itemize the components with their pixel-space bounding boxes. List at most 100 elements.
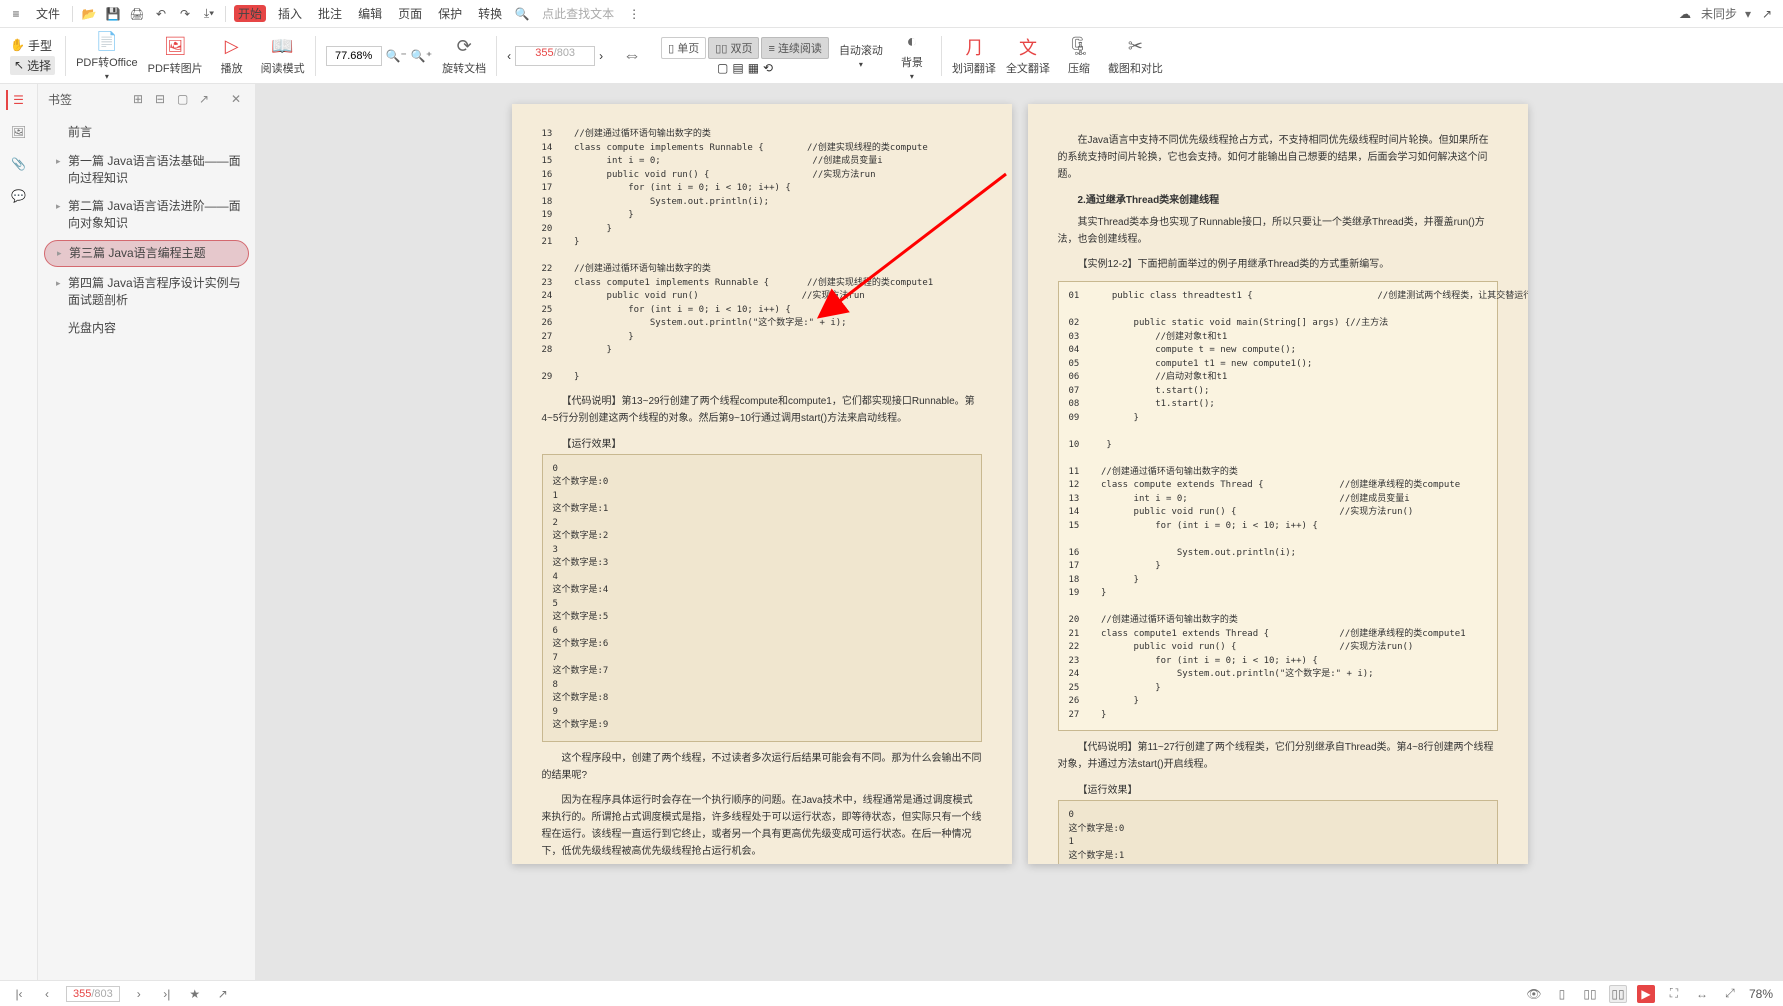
more-icon[interactable]: ⋮ xyxy=(626,6,642,22)
view-icon[interactable]: 👁 xyxy=(1525,985,1543,1003)
para: 因为在程序具体运行时会存在一个执行顺序的问题。在Java技术中，线程通常是通过调… xyxy=(542,792,982,860)
menubar: ≡ 文件 📂 💾 🖨 ↶ ↷ ⤓▾ 开始 插入 批注 编辑 页面 保护 转换 🔍… xyxy=(0,0,1783,28)
layout-icon-3[interactable]: ▦ xyxy=(748,61,759,75)
sidebar: 书签 ⊞ ⊟ ▢ ↗ ✕ 前言 ▸第一篇 Java语言语法基础——面向过程知识 … xyxy=(38,84,256,980)
continuous-view-icon[interactable]: ▯▯ xyxy=(1581,985,1599,1003)
tab-convert[interactable]: 转换 xyxy=(474,5,506,22)
page-left: 13 //创建通过循环语句输出数字的类 14 class compute imp… xyxy=(512,104,1012,864)
page-next-icon[interactable]: › xyxy=(599,49,603,63)
print-icon[interactable]: 🖨 xyxy=(129,6,145,22)
next-page-icon[interactable]: › xyxy=(130,985,148,1003)
double-page-btn[interactable]: ▯▯ 双页 xyxy=(708,37,759,59)
status-page-input[interactable]: 355/803 xyxy=(66,986,120,1002)
screenshot-compare[interactable]: ✂截图和对比 xyxy=(1108,36,1163,76)
zoom-out-icon[interactable]: 🔍⁻ xyxy=(386,49,407,63)
toc-item[interactable]: ▸第二篇 Java语言语法进阶——面向对象知识 xyxy=(38,192,255,238)
last-page-icon[interactable]: ›| xyxy=(158,985,176,1003)
para: 在Java语言中支持不同优先级线程抢占方式，不支持相同优先级线程时间片轮换。但如… xyxy=(1058,132,1498,183)
add-bookmark-icon[interactable]: ▢ xyxy=(177,92,191,106)
toc-item[interactable]: 前言 xyxy=(38,118,255,147)
toolbar: ✋手型 ↖选择 📄PDF转Office▾ 🖼PDF转图片 ▷播放 📖阅读模式 🔍… xyxy=(0,28,1783,84)
bookmark-icon[interactable]: ★ xyxy=(186,985,204,1003)
more-bookmark-icon[interactable]: ↗ xyxy=(199,92,213,106)
select-tool[interactable]: ↖选择 xyxy=(10,56,55,75)
sidebar-title: 书签 xyxy=(48,91,72,108)
play-button[interactable]: ▷播放 xyxy=(213,36,251,76)
continuous-btn[interactable]: ≡ 连续阅读 xyxy=(761,37,828,59)
play-status-icon[interactable]: ▶ xyxy=(1637,985,1655,1003)
code-desc: 【代码说明】第13~29行创建了两个线程compute和compute1，它们都… xyxy=(542,393,982,427)
tab-start[interactable]: 开始 xyxy=(234,5,266,22)
tab-edit[interactable]: 编辑 xyxy=(354,5,386,22)
run-label: 【运行效果】 xyxy=(562,435,982,450)
search-placeholder[interactable]: 点此查找文本 xyxy=(538,5,618,22)
page-right: 在Java语言中支持不同优先级线程抢占方式，不支持相同优先级线程时间片轮换。但如… xyxy=(1028,104,1528,864)
fit-page-icon[interactable]: ⤢ xyxy=(1721,985,1739,1003)
file-menu[interactable]: 文件 xyxy=(32,5,64,22)
pdf-to-office[interactable]: 📄PDF转Office▾ xyxy=(76,30,138,81)
collapse-icon[interactable]: ⊟ xyxy=(155,92,169,106)
double-view-icon[interactable]: ▯▯ xyxy=(1609,985,1627,1003)
content-area[interactable]: 13 //创建通过循环语句输出数字的类 14 class compute imp… xyxy=(256,84,1783,980)
sync-status: 未同步 xyxy=(1701,5,1737,22)
history-icon[interactable]: ↗ xyxy=(214,985,232,1003)
fit-width[interactable]: ⇔ xyxy=(613,45,651,67)
undo-icon[interactable]: ↶ xyxy=(153,6,169,22)
redo-icon[interactable]: ↷ xyxy=(177,6,193,22)
open-icon[interactable]: 📂 xyxy=(81,6,97,22)
first-page-icon[interactable]: |‹ xyxy=(10,985,28,1003)
rotate-doc[interactable]: ⟳旋转文档 xyxy=(442,36,486,76)
layout-icon-4[interactable]: ⟲ xyxy=(763,61,773,75)
tab-protect[interactable]: 保护 xyxy=(434,5,466,22)
code-desc: 【代码说明】第11~27行创建了两个线程类，它们分别继承自Thread类。第4~… xyxy=(1058,739,1498,773)
run-label: 【运行效果】 xyxy=(1078,781,1498,796)
attachments-icon[interactable]: 📎 xyxy=(9,154,29,174)
toc-item-selected[interactable]: ▸第三篇 Java语言编程主题 xyxy=(44,240,249,267)
compress[interactable]: 🗜压缩 xyxy=(1060,36,1098,76)
single-page-btn[interactable]: ▯ 单页 xyxy=(661,37,706,59)
expand-icon[interactable]: ⊞ xyxy=(133,92,147,106)
para: 【实例12-2】下面把前面举过的例子用继承Thread类的方式重新编写。 xyxy=(1058,256,1498,273)
zoom-input[interactable] xyxy=(326,46,382,66)
toc-item[interactable]: ▸第一篇 Java语言语法基础——面向过程知识 xyxy=(38,147,255,193)
comments-icon[interactable]: 💬 xyxy=(9,186,29,206)
fit-icon[interactable]: ⛶ xyxy=(1665,985,1683,1003)
menu-icon[interactable]: ≡ xyxy=(8,6,24,22)
pdf-to-image[interactable]: 🖼PDF转图片 xyxy=(148,36,203,76)
close-sidebar-icon[interactable]: ✕ xyxy=(231,92,245,106)
status-zoom: 78% xyxy=(1749,987,1773,1001)
full-translate[interactable]: 文全文翻译 xyxy=(1006,36,1050,76)
auto-scroll[interactable]: 自动滚动▾ xyxy=(839,42,883,69)
hand-tool[interactable]: ✋手型 xyxy=(10,37,55,54)
read-mode[interactable]: 📖阅读模式 xyxy=(261,36,305,76)
selection-translate[interactable]: ⺆划词翻译 xyxy=(952,36,996,76)
zoom-in-icon[interactable]: 🔍⁺ xyxy=(411,49,432,63)
tab-page[interactable]: 页面 xyxy=(394,5,426,22)
prev-page-icon[interactable]: ‹ xyxy=(38,985,56,1003)
output-box: 0 这个数字是:0 1 这个数字是:1 2 这个数字是:2 3 这个数字是:3 … xyxy=(542,454,982,742)
single-view-icon[interactable]: ▯ xyxy=(1553,985,1571,1003)
layout-icon-2[interactable]: ▤ xyxy=(732,61,743,75)
output-box: 0 这个数字是:0 1 这个数字是:1 2 这个数字是:2 3 这个数字是:3 … xyxy=(1058,800,1498,864)
toc-item[interactable]: 光盘内容 xyxy=(38,314,255,343)
cloud-icon[interactable]: ☁ xyxy=(1677,6,1693,22)
statusbar: |‹ ‹ 355/803 › ›| ★ ↗ 👁 ▯ ▯▯ ▯▯ ▶ ⛶ ↔ ⤢ … xyxy=(0,980,1783,1006)
background[interactable]: ◐背景▾ xyxy=(893,30,931,81)
search-icon[interactable]: 🔍 xyxy=(514,6,530,22)
share-icon[interactable]: ↗ xyxy=(1759,6,1775,22)
page-input[interactable]: 355/803 xyxy=(515,46,595,66)
page-prev-icon[interactable]: ‹ xyxy=(507,49,511,63)
fit-width-icon[interactable]: ↔ xyxy=(1693,985,1711,1003)
para: 其实Thread类本身也实现了Runnable接口，所以只要让一个类继承Thre… xyxy=(1058,214,1498,248)
tab-insert[interactable]: 插入 xyxy=(274,5,306,22)
left-rail: ☰ 🖼 📎 💬 xyxy=(0,84,38,980)
save-icon[interactable]: 💾 xyxy=(105,6,121,22)
para: 这个程序段中，创建了两个线程，不过读者多次运行后结果可能会有不同。那为什么会输出… xyxy=(542,750,982,784)
export-icon[interactable]: ⤓▾ xyxy=(201,6,217,22)
thumbnails-icon[interactable]: 🖼 xyxy=(9,122,29,142)
heading: 2.通过继承Thread类来创建线程 xyxy=(1078,191,1498,206)
layout-icon-1[interactable]: ▢ xyxy=(717,61,728,75)
bookmarks-icon[interactable]: ☰ xyxy=(6,90,26,110)
toc-item[interactable]: ▸第四篇 Java语言程序设计实例与面试题剖析 xyxy=(38,269,255,315)
tab-annotate[interactable]: 批注 xyxy=(314,5,346,22)
